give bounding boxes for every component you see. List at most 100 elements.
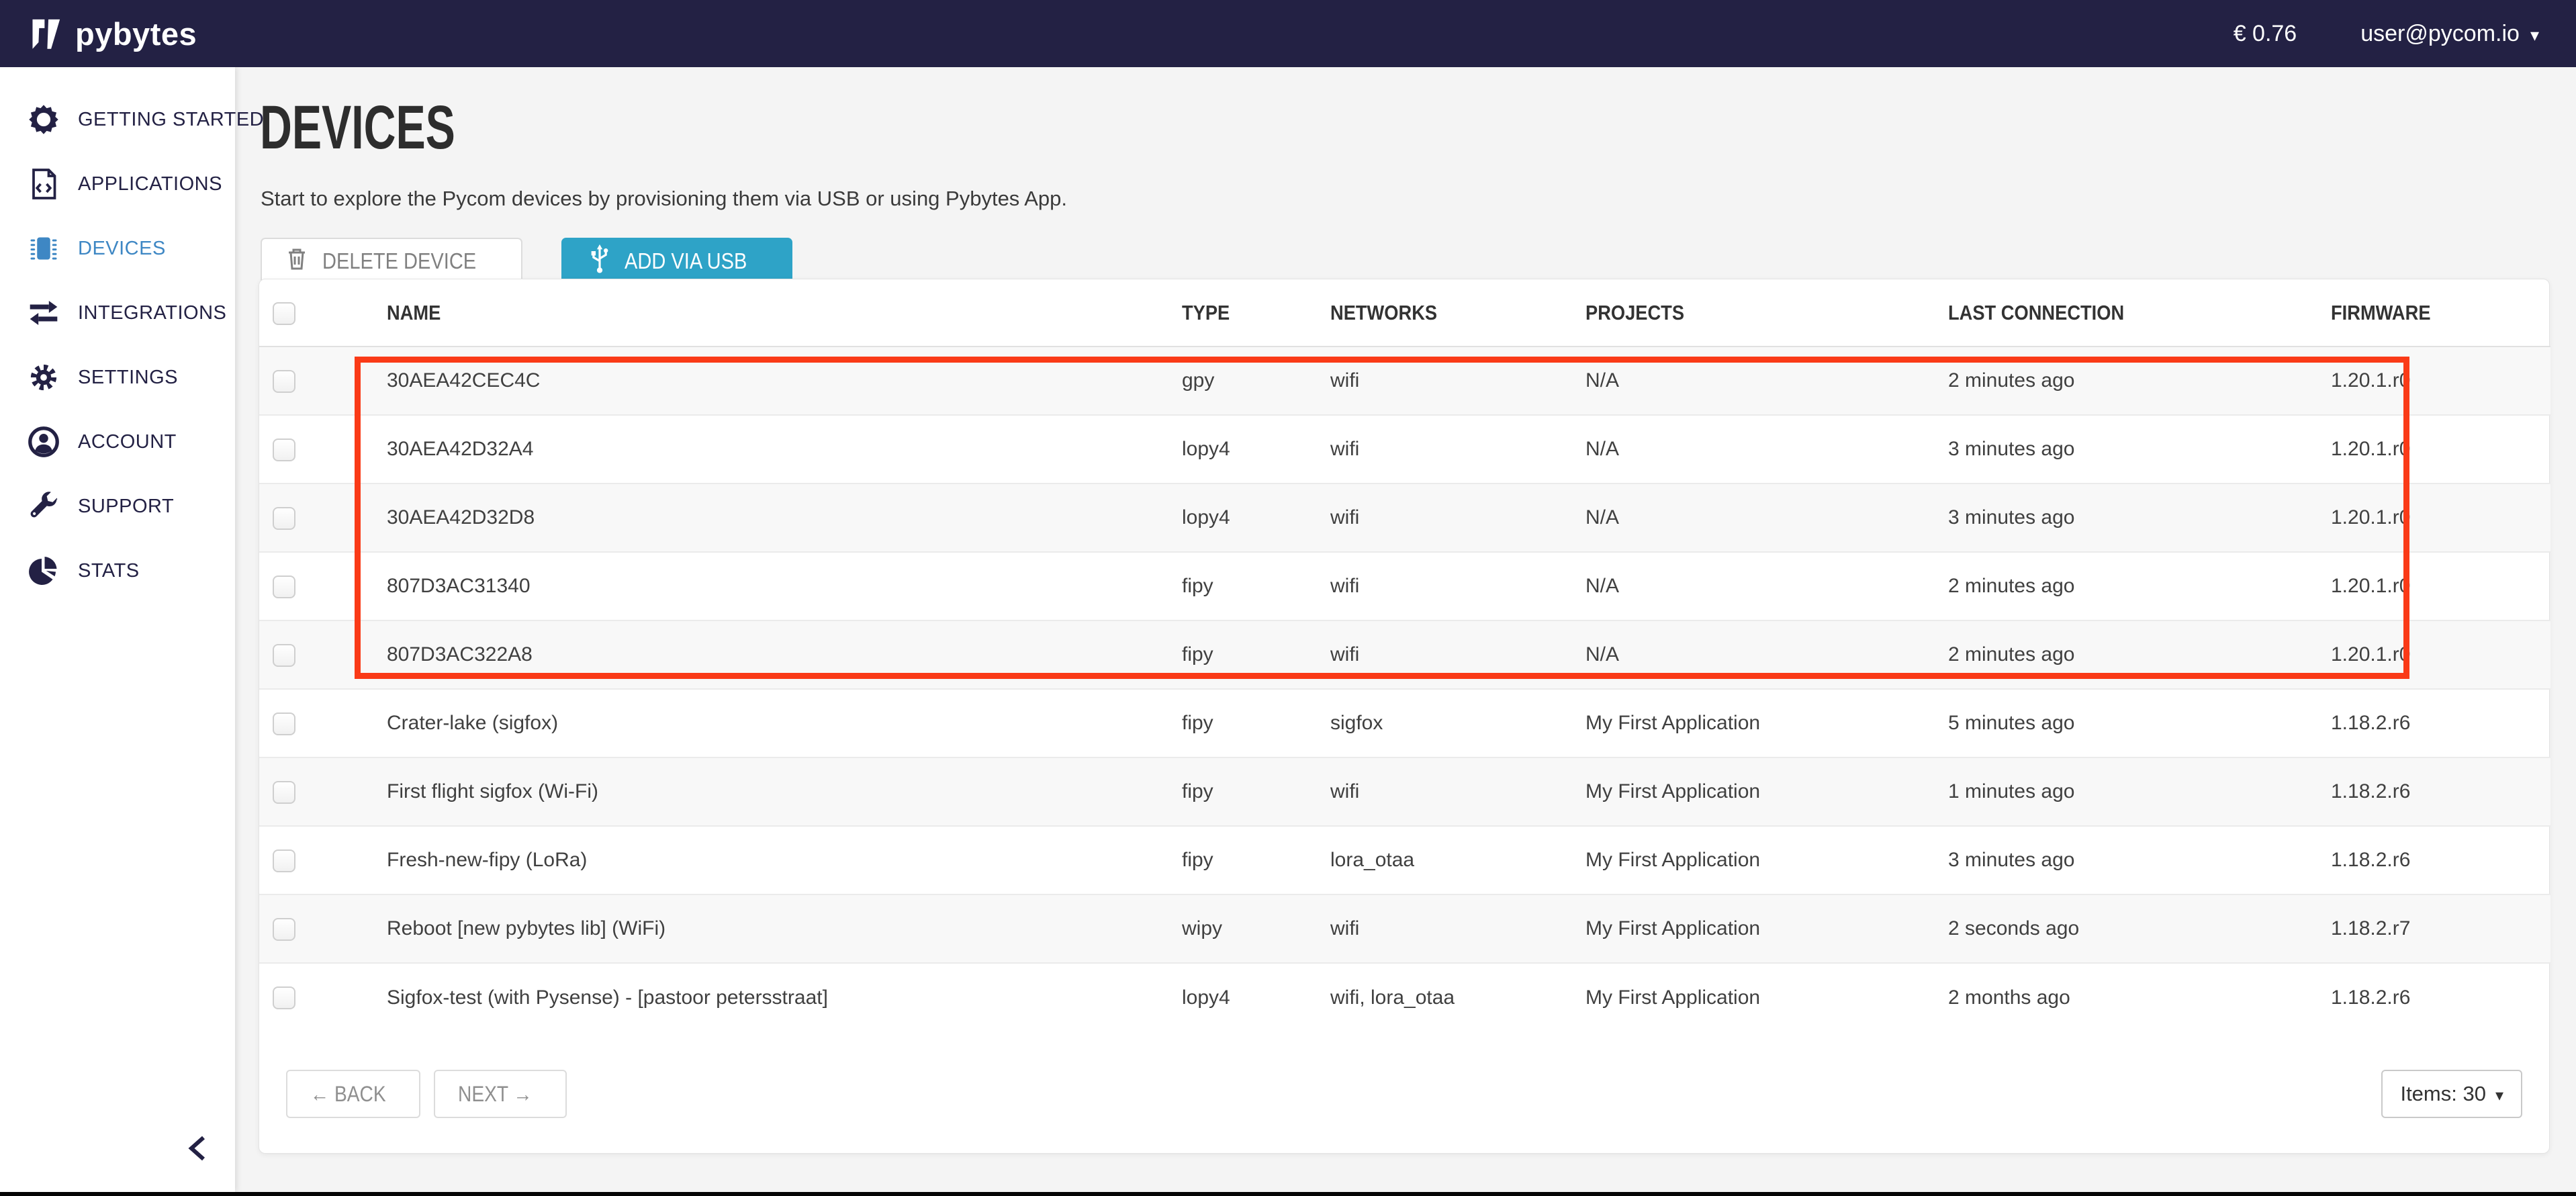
row-checkbox[interactable]	[273, 644, 295, 667]
table-row: Reboot [new pybytes lib] (WiFi)wipywifiM…	[259, 894, 2550, 963]
sidebar-collapse-icon[interactable]	[185, 1134, 212, 1166]
table-row: 30AEA42D32D8lopy4wifiN/A3 minutes ago1.2…	[259, 484, 2550, 552]
cell-type: wipy	[1182, 894, 1330, 963]
cell-firmware: 1.20.1.r0	[2331, 347, 2550, 415]
cell-name[interactable]: 807D3AC31340	[387, 552, 1182, 620]
cell-last-connection: 3 minutes ago	[1948, 415, 2331, 484]
badge-icon	[27, 103, 60, 136]
cell-networks: wifi	[1330, 415, 1585, 484]
cell-name[interactable]: Sigfox-test (with Pysense) - [pastoor pe…	[387, 963, 1182, 1031]
cell-type: gpy	[1182, 347, 1330, 415]
sidebar: GETTING STARTED APPLICATIONS	[0, 67, 235, 1192]
cell-projects: My First Application	[1585, 689, 1948, 757]
sidebar-item-support[interactable]: SUPPORT	[0, 474, 235, 539]
sidebar-item-applications[interactable]: APPLICATIONS	[0, 152, 235, 216]
main-content: DEVICES Start to explore the Pycom devic…	[235, 67, 2576, 1192]
sidebar-item-integrations[interactable]: INTEGRATIONS	[0, 281, 235, 345]
sidebar-item-devices[interactable]: DEVICES	[0, 216, 235, 281]
cell-firmware: 1.18.2.r6	[2331, 757, 2550, 826]
cell-type: lopy4	[1182, 415, 1330, 484]
cell-last-connection: 5 minutes ago	[1948, 689, 2331, 757]
cell-last-connection: 1 minutes ago	[1948, 757, 2331, 826]
cell-networks: wifi	[1330, 484, 1585, 552]
sidebar-item-getting-started[interactable]: GETTING STARTED	[0, 87, 235, 152]
cell-projects: N/A	[1585, 415, 1948, 484]
cell-firmware: 1.20.1.r0	[2331, 484, 2550, 552]
page-title: DEVICES	[260, 97, 2576, 158]
next-button[interactable]: NEXT →	[434, 1070, 567, 1118]
account-balance: € 0.76	[2234, 21, 2297, 47]
cell-projects: N/A	[1585, 484, 1948, 552]
row-checkbox[interactable]	[273, 712, 295, 735]
pie-chart-icon	[27, 554, 60, 588]
column-header-projects[interactable]: PROJECTS	[1585, 279, 1948, 347]
column-header-type[interactable]: TYPE	[1182, 279, 1330, 347]
row-checkbox[interactable]	[273, 849, 295, 872]
user-email: user@pycom.io	[2360, 21, 2520, 47]
row-checkbox[interactable]	[273, 986, 295, 1009]
cell-name[interactable]: Reboot [new pybytes lib] (WiFi)	[387, 894, 1182, 963]
cell-projects: N/A	[1585, 620, 1948, 689]
user-circle-icon	[27, 425, 60, 459]
row-checkbox[interactable]	[273, 576, 295, 598]
cell-last-connection: 2 months ago	[1948, 963, 2331, 1031]
table-row: 807D3AC322A8fipywifiN/A2 minutes ago1.20…	[259, 620, 2550, 689]
brand-text: pybytes	[75, 15, 197, 52]
row-checkbox[interactable]	[273, 507, 295, 530]
sidebar-item-label: SETTINGS	[78, 367, 178, 389]
cell-firmware: 1.20.1.r0	[2331, 552, 2550, 620]
cell-name[interactable]: 30AEA42D32A4	[387, 415, 1182, 484]
cell-type: lopy4	[1182, 484, 1330, 552]
sidebar-item-account[interactable]: ACCOUNT	[0, 410, 235, 474]
back-button[interactable]: ← BACK	[286, 1070, 420, 1118]
column-header-last-connection[interactable]: LAST CONNECTION	[1948, 279, 2331, 347]
cell-networks: wifi	[1330, 894, 1585, 963]
cell-name[interactable]: 807D3AC322A8	[387, 620, 1182, 689]
cell-type: fipy	[1182, 757, 1330, 826]
cell-firmware: 1.20.1.r0	[2331, 415, 2550, 484]
devices-table: NAME TYPE NETWORKS PROJECTS LAST CONNECT…	[259, 279, 2550, 1031]
cell-last-connection: 2 minutes ago	[1948, 552, 2331, 620]
wrench-icon	[27, 490, 60, 523]
pybytes-logo[interactable]: pybytes	[28, 15, 197, 52]
page-subtitle: Start to explore the Pycom devices by pr…	[261, 187, 2576, 211]
items-per-page-dropdown[interactable]: Items: 30 ▾	[2381, 1070, 2522, 1118]
delete-device-button[interactable]: DELETE DEVICE	[261, 238, 522, 285]
sidebar-item-settings[interactable]: SETTINGS	[0, 345, 235, 410]
chevron-down-icon: ▾	[2530, 25, 2539, 46]
cell-name[interactable]: First flight sigfox (Wi-Fi)	[387, 757, 1182, 826]
cell-name[interactable]: 30AEA42D32D8	[387, 484, 1182, 552]
gear-icon	[27, 361, 60, 394]
cell-last-connection: 2 minutes ago	[1948, 620, 2331, 689]
cell-type: lopy4	[1182, 963, 1330, 1031]
sidebar-item-label: SUPPORT	[78, 496, 174, 518]
cell-networks: wifi	[1330, 620, 1585, 689]
table-row: Sigfox-test (with Pysense) - [pastoor pe…	[259, 963, 2550, 1031]
row-checkbox[interactable]	[273, 370, 295, 393]
arrows-exchange-icon	[27, 296, 60, 330]
add-via-usb-button[interactable]: ADD VIA USB	[561, 238, 792, 285]
column-header-firmware[interactable]: FIRMWARE	[2331, 279, 2550, 347]
sidebar-item-label: ACCOUNT	[78, 431, 177, 453]
column-header-networks[interactable]: NETWORKS	[1330, 279, 1585, 347]
row-checkbox[interactable]	[273, 918, 295, 941]
sidebar-item-label: GETTING STARTED	[78, 109, 264, 131]
row-checkbox[interactable]	[273, 781, 295, 804]
row-checkbox[interactable]	[273, 439, 295, 461]
cell-last-connection: 3 minutes ago	[1948, 484, 2331, 552]
sidebar-item-label: DEVICES	[78, 238, 166, 260]
cell-firmware: 1.18.2.r7	[2331, 894, 2550, 963]
select-all-checkbox[interactable]	[273, 302, 295, 325]
pagination: ← BACK NEXT → Items: 30 ▾	[273, 1070, 2522, 1118]
table-row: 30AEA42CEC4CgpywifiN/A2 minutes ago1.20.…	[259, 347, 2550, 415]
cell-name[interactable]: 30AEA42CEC4C	[387, 347, 1182, 415]
column-header-name[interactable]: NAME	[387, 279, 1182, 347]
cell-name[interactable]: Fresh-new-fipy (LoRa)	[387, 826, 1182, 894]
cell-projects: My First Application	[1585, 826, 1948, 894]
sidebar-item-stats[interactable]: STATS	[0, 539, 235, 603]
table-row: First flight sigfox (Wi-Fi)fipywifiMy Fi…	[259, 757, 2550, 826]
devices-table-card: NAME TYPE NETWORKS PROJECTS LAST CONNECT…	[259, 279, 2550, 1154]
cell-name[interactable]: Crater-lake (sigfox)	[387, 689, 1182, 757]
cell-type: fipy	[1182, 689, 1330, 757]
user-menu[interactable]: user@pycom.io ▾	[2360, 21, 2539, 47]
